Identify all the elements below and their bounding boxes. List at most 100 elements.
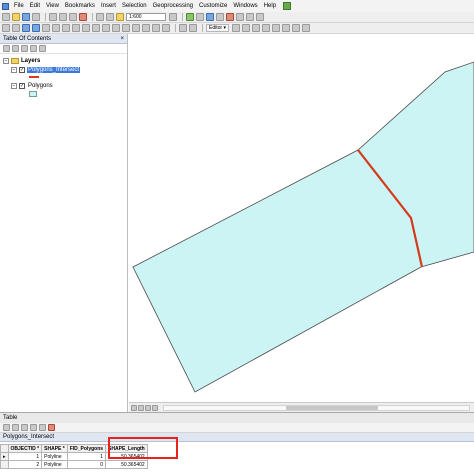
menu-file[interactable]: File [11, 0, 27, 12]
measure-icon[interactable] [132, 24, 140, 32]
menu-view[interactable]: View [43, 0, 62, 12]
map-display[interactable] [129, 34, 474, 402]
layer-dropdown-icon[interactable] [179, 24, 187, 32]
split-tool-icon[interactable] [261, 24, 270, 32]
clear-selection-icon[interactable] [39, 424, 46, 431]
table-of-contents-icon[interactable] [196, 13, 204, 21]
editor-toolbar-icon[interactable] [186, 13, 194, 21]
edit-annotation-icon[interactable] [241, 24, 250, 32]
html-popup-icon[interactable] [152, 24, 160, 32]
collapse-icon[interactable]: − [11, 82, 17, 89]
refresh-icon[interactable] [145, 404, 151, 411]
list-by-source-icon[interactable] [12, 45, 19, 52]
layers-root[interactable]: − Layers [3, 56, 127, 65]
python-window-icon[interactable] [283, 2, 292, 10]
paste-icon[interactable] [69, 13, 77, 21]
catalog-icon[interactable] [206, 13, 214, 21]
print-icon[interactable] [32, 13, 40, 21]
search-icon[interactable] [216, 13, 224, 21]
identify-icon[interactable] [112, 24, 120, 32]
menu-geoprocessing[interactable]: Geoprocessing [150, 0, 196, 12]
zoom-out-icon[interactable] [12, 24, 20, 32]
new-document-icon[interactable] [2, 13, 10, 21]
straight-segment-icon[interactable] [251, 24, 260, 32]
visibility-checkbox[interactable]: ✓ [19, 82, 25, 89]
row-selector[interactable] [0, 460, 9, 469]
arctoolbox-icon[interactable] [226, 13, 234, 21]
sketch-properties-icon[interactable] [291, 24, 300, 32]
related-tables-icon[interactable] [12, 424, 19, 431]
map-scale-field[interactable]: 1:600 [126, 13, 166, 21]
polygon-symbol-swatch[interactable] [29, 91, 37, 97]
list-by-drawing-order-icon[interactable] [3, 45, 10, 52]
create-features-icon[interactable] [301, 24, 310, 32]
close-icon[interactable]: × [120, 36, 124, 42]
find-icon[interactable] [122, 24, 130, 32]
delete-selected-icon[interactable] [48, 424, 55, 431]
horizontal-scrollbar[interactable] [163, 404, 470, 411]
full-extent-icon[interactable] [32, 24, 40, 32]
copy-icon[interactable] [59, 13, 67, 21]
menu-edit[interactable]: Edit [27, 0, 43, 12]
editor-menu-button[interactable]: Editor ▾ [206, 24, 229, 32]
layer-row-polygons-intersect[interactable]: − ✓ Polygons_Intersect [3, 65, 127, 74]
table-tab[interactable]: Polygons_Intersect [0, 433, 474, 442]
python-icon[interactable] [236, 13, 244, 21]
edit-tool-icon[interactable] [231, 24, 240, 32]
layer-label[interactable]: Polygons_Intersect [27, 66, 81, 73]
line-symbol-swatch[interactable] [29, 76, 39, 78]
add-data-icon[interactable] [116, 13, 124, 21]
save-icon[interactable] [22, 13, 30, 21]
menu-help[interactable]: Help [261, 0, 279, 12]
rotate-icon[interactable] [271, 24, 280, 32]
layer-label[interactable]: Polygons [27, 83, 54, 89]
visibility-checkbox[interactable]: ✓ [19, 66, 25, 73]
redo-icon[interactable] [106, 13, 114, 21]
collapse-icon[interactable]: − [11, 66, 17, 73]
list-by-visibility-icon[interactable] [21, 45, 28, 52]
table-row[interactable]: ▸ 1 Polyline 1 50.365402 [0, 452, 148, 461]
select-features-icon[interactable] [82, 24, 90, 32]
open-folder-icon[interactable] [12, 13, 20, 21]
switch-selection-icon[interactable] [30, 424, 37, 431]
menu-bookmarks[interactable]: Bookmarks [62, 0, 98, 12]
select-by-attributes-icon[interactable] [21, 424, 28, 431]
column-header-fid-polygons[interactable]: FID_Polygons [66, 444, 107, 453]
back-extent-icon[interactable] [62, 24, 70, 32]
menu-selection[interactable]: Selection [119, 0, 150, 12]
pause-drawing-icon[interactable] [152, 404, 158, 411]
cut-icon[interactable] [49, 13, 57, 21]
data-view-icon[interactable] [131, 404, 137, 411]
polygon-feature[interactable] [132, 61, 474, 393]
menu-insert[interactable]: Insert [98, 0, 119, 12]
georeference-icon[interactable] [189, 24, 197, 32]
select-elements-icon[interactable] [102, 24, 110, 32]
fixed-zoom-in-icon[interactable] [42, 24, 50, 32]
zoom-in-icon[interactable] [2, 24, 10, 32]
hyperlink-icon[interactable] [142, 24, 150, 32]
menu-customize[interactable]: Customize [196, 0, 230, 12]
table-options-icon[interactable] [3, 424, 10, 431]
model-builder-icon[interactable] [246, 13, 254, 21]
map-canvas[interactable] [129, 34, 474, 402]
collapse-icon[interactable]: − [3, 57, 9, 64]
table-row[interactable]: 2 Polyline 0 50.365402 [0, 460, 148, 469]
column-header-shape-length[interactable]: SHAPE_Length [105, 444, 148, 453]
list-by-selection-icon[interactable] [30, 45, 37, 52]
time-slider-icon[interactable] [162, 24, 170, 32]
pan-icon[interactable] [22, 24, 30, 32]
help-icon[interactable] [256, 13, 264, 21]
clear-selection-icon[interactable] [92, 24, 100, 32]
chevron-down-icon[interactable] [169, 13, 177, 21]
options-icon[interactable] [39, 45, 46, 52]
menu-windows[interactable]: Windows [230, 0, 260, 12]
forward-extent-icon[interactable] [72, 24, 80, 32]
column-header-shape[interactable]: SHAPE * [41, 444, 68, 453]
fixed-zoom-out-icon[interactable] [52, 24, 60, 32]
undo-icon[interactable] [96, 13, 104, 21]
column-header-objectid[interactable]: OBJECTID * [7, 444, 43, 453]
delete-icon[interactable] [79, 13, 87, 21]
layer-row-polygons[interactable]: − ✓ Polygons [3, 81, 127, 90]
scrollbar-thumb[interactable] [286, 405, 378, 410]
layout-view-icon[interactable] [138, 404, 144, 411]
